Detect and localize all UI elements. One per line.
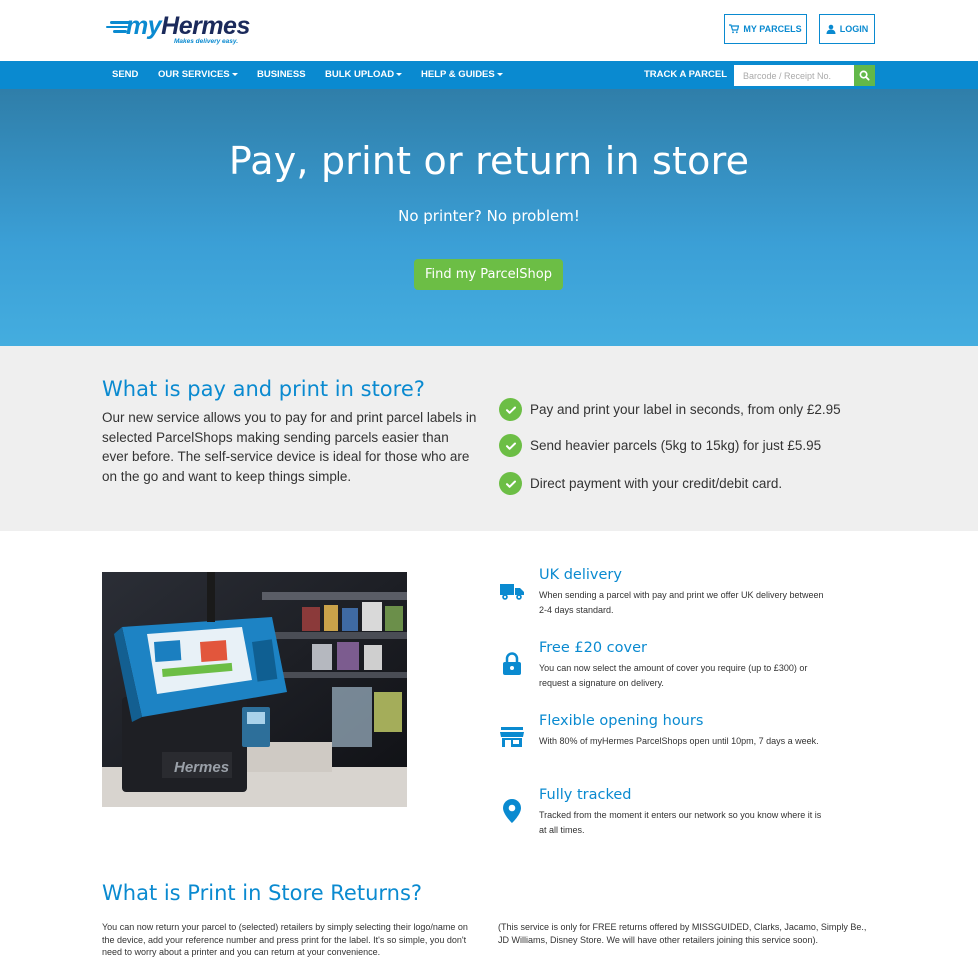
chevron-down-icon (496, 72, 503, 76)
track-search-button[interactable] (854, 65, 875, 86)
myhermes-logo[interactable]: myHermes Makes delivery easy. (104, 12, 254, 48)
feature-free-cover: Free £20 cover You can now select the am… (498, 640, 838, 700)
track-parcel-input[interactable] (734, 65, 854, 86)
find-parcelshop-button[interactable]: Find my ParcelShop (414, 259, 563, 290)
info-description: Our new service allows you to pay for an… (102, 410, 477, 484)
main-nav: SEND OUR SERVICES BUSINESS BULK UPLOAD H… (0, 61, 978, 89)
chevron-down-icon (396, 72, 403, 76)
login-label: LOGIN (839, 24, 869, 34)
feature-title: Free £20 cover (539, 640, 647, 656)
nav-item-bulk-upload[interactable]: BULK UPLOAD (325, 61, 403, 89)
kiosk-illustration: Hermes (102, 572, 407, 807)
cart-icon (729, 24, 740, 34)
returns-description: You can now return your parcel to (selec… (102, 922, 468, 957)
chevron-down-icon (231, 72, 238, 76)
map-pin-icon (498, 797, 526, 825)
feature-title: UK delivery (539, 567, 622, 583)
feature-text: With 80% of myHermes ParcelShops open un… (539, 736, 819, 746)
benefit-item: Pay and print your label in seconds, fro… (499, 398, 841, 421)
benefit-text: Direct payment with your credit/debit ca… (530, 476, 783, 491)
checkmark-icon (499, 472, 522, 495)
nav-item-business[interactable]: BUSINESS (257, 61, 306, 89)
lock-icon (498, 650, 526, 678)
feature-title: Flexible opening hours (539, 713, 704, 729)
benefit-item: Send heavier parcels (5kg to 15kg) for j… (499, 434, 821, 457)
feature-uk-delivery: UK delivery When sending a parcel with p… (498, 567, 838, 627)
search-icon (859, 70, 870, 81)
hero-subtitle: No printer? No problem! (398, 207, 580, 225)
store-icon (498, 723, 526, 751)
benefit-text: Pay and print your label in seconds, fro… (530, 402, 841, 417)
returns-heading: What is Print in Store Returns? (102, 881, 423, 905)
feature-opening-hours: Flexible opening hours With 80% of myHer… (498, 713, 838, 773)
logo-tagline: Makes delivery easy. (174, 38, 239, 45)
login-button[interactable]: LOGIN (819, 14, 875, 44)
site-header: myHermes Makes delivery easy. MY PARCELS… (0, 0, 978, 61)
nav-item-help-guides[interactable]: HELP & GUIDES (421, 61, 503, 89)
pay-print-info-section: What is pay and print in store? Our new … (0, 346, 978, 531)
hero-title: Pay, print or return in store (228, 139, 750, 183)
benefit-text: Send heavier parcels (5kg to 15kg) for j… (530, 438, 822, 453)
user-icon (826, 24, 836, 34)
nav-item-our-services[interactable]: OUR SERVICES (158, 61, 238, 89)
benefit-item: Direct payment with your credit/debit ca… (499, 472, 782, 495)
feature-title: Fully tracked (539, 787, 632, 803)
checkmark-icon (499, 398, 522, 421)
feature-text: When sending a parcel with pay and print… (539, 590, 824, 615)
track-parcel-label: TRACK A PARCEL (644, 69, 728, 80)
returns-retailers-note: (This service is only for FREE returns o… (498, 922, 867, 945)
checkmark-icon (499, 434, 522, 457)
my-parcels-button[interactable]: MY PARCELS (724, 14, 807, 44)
feature-text: Tracked from the moment it enters our ne… (539, 810, 822, 835)
hero-banner: Pay, print or return in store No printer… (0, 89, 978, 346)
kiosk-brand-text: Hermes (174, 759, 229, 776)
feature-fully-tracked: Fully tracked Tracked from the moment it… (498, 787, 838, 847)
kiosk-photo: Hermes (102, 572, 407, 807)
my-parcels-label: MY PARCELS (743, 24, 802, 34)
nav-item-send[interactable]: SEND (112, 61, 138, 89)
truck-icon (498, 577, 526, 605)
logo-wordmark: myHermes (126, 12, 250, 40)
info-heading: What is pay and print in store? (102, 377, 425, 401)
feature-text: You can now select the amount of cover y… (539, 663, 808, 688)
